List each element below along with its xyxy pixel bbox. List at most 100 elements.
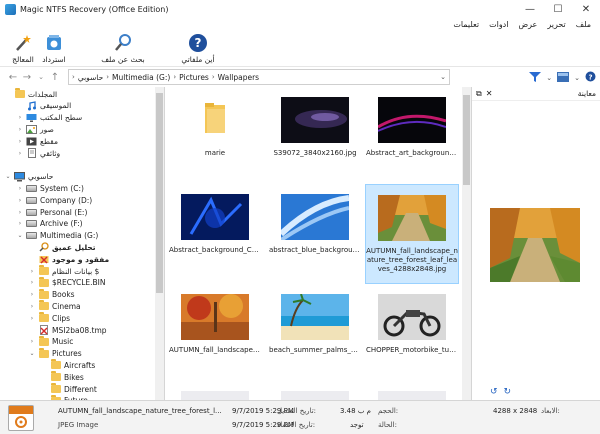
close-button[interactable]: ✕ bbox=[572, 0, 600, 18]
find-file-button[interactable]: بحث عن ملف bbox=[100, 33, 146, 64]
tree-item[interactable]: Bikes bbox=[40, 371, 84, 383]
file-thumbnail[interactable] bbox=[378, 391, 446, 400]
chevron-down-icon[interactable]: ⌄ bbox=[546, 74, 552, 82]
tree-item[interactable]: مفقود و موجود bbox=[28, 253, 109, 265]
tree-item[interactable]: › Archive (F:) bbox=[16, 218, 83, 230]
file-thumbnail[interactable] bbox=[281, 391, 349, 400]
tree-item[interactable]: › وثائقي bbox=[16, 147, 60, 159]
video-icon bbox=[26, 136, 37, 146]
expand-chevron-icon[interactable]: ⌄ bbox=[28, 350, 36, 357]
tree-item[interactable]: › بيانات النظام $ bbox=[28, 265, 99, 277]
file-thumbnail[interactable] bbox=[181, 391, 249, 400]
path-dropdown-icon[interactable]: ⌄ bbox=[440, 73, 446, 81]
file-item[interactable]: AUTUMN_fall_landscape_nature_tree_forest… bbox=[365, 184, 459, 284]
recover-label: استرداد bbox=[42, 55, 66, 64]
tree-item[interactable]: Aircrafts bbox=[40, 359, 95, 371]
tree-scrollbar[interactable] bbox=[155, 87, 164, 400]
file-item[interactable]: CHOPPER_motorbike_tuning... bbox=[365, 284, 459, 384]
tree-item-label: Multimedia (G:) bbox=[40, 231, 99, 241]
close-preview-icon[interactable]: ✕ bbox=[486, 89, 493, 99]
window-title: Magic NTFS Recovery (Office Edition) bbox=[20, 4, 169, 14]
path-field[interactable]: › حاسوبي › Multimedia (G:) › Pictures › … bbox=[68, 69, 450, 85]
tree-item[interactable]: الموسيقى bbox=[16, 100, 71, 112]
recover-button[interactable]: استرداد bbox=[31, 33, 77, 64]
expand-chevron-icon[interactable]: › bbox=[16, 185, 24, 192]
tree-item[interactable]: › Clips bbox=[28, 312, 70, 324]
maximize-button[interactable]: ☐ bbox=[544, 0, 572, 18]
tree-item[interactable]: › سطح المكتب bbox=[16, 112, 82, 124]
tree-item[interactable]: › Cinema bbox=[28, 300, 81, 312]
tree-item[interactable]: › System (C:) bbox=[16, 182, 84, 194]
expand-chevron-icon[interactable]: ⌄ bbox=[4, 173, 12, 180]
tree-item[interactable]: ⌄ حاسوبي bbox=[4, 171, 53, 183]
undock-icon[interactable]: ⧉ bbox=[476, 89, 482, 99]
wand-icon bbox=[13, 33, 33, 53]
file-item[interactable]: Abstract_art_background_Blu... bbox=[365, 87, 459, 187]
tree-item[interactable]: ⌄ Multimedia (G:) bbox=[16, 230, 98, 242]
menu-view[interactable]: عرض bbox=[513, 20, 542, 29]
tree-item[interactable]: Different bbox=[40, 383, 97, 395]
expand-chevron-icon[interactable]: › bbox=[16, 138, 24, 145]
expand-chevron-icon[interactable]: ⌄ bbox=[16, 232, 24, 239]
expand-chevron-icon[interactable]: › bbox=[16, 209, 24, 216]
path-segment[interactable]: Pictures bbox=[176, 73, 212, 82]
tree-item[interactable]: › صور bbox=[16, 123, 54, 135]
tree-item-label: Different bbox=[64, 384, 97, 394]
grid-scrollbar-thumb[interactable] bbox=[463, 95, 470, 185]
file-name: abstract_blue_background_4... bbox=[269, 246, 361, 254]
menu-help[interactable]: تعليمات bbox=[448, 20, 484, 29]
tree-item[interactable]: › $RECYCLE.BIN bbox=[28, 276, 106, 289]
rotate-right-icon[interactable]: ↻ bbox=[504, 387, 512, 397]
path-segment[interactable]: حاسوبي bbox=[75, 73, 106, 82]
expand-chevron-icon[interactable]: › bbox=[16, 126, 24, 133]
status-bar: AUTUMN_fall_landscape_nature_tree_forest… bbox=[0, 400, 600, 434]
tree-item[interactable]: › Books bbox=[28, 288, 75, 301]
file-item[interactable]: AUTUMN_fall_landscape_nat... bbox=[168, 284, 262, 384]
tree-scrollbar-thumb[interactable] bbox=[156, 93, 163, 293]
svg-text:?: ? bbox=[195, 36, 202, 50]
file-item[interactable]: abstract_blue_background_4... bbox=[268, 184, 362, 284]
tree-item-label: Clips bbox=[52, 313, 71, 323]
tree-item[interactable]: › Personal (E:) bbox=[16, 206, 88, 218]
menu-file[interactable]: ملف bbox=[571, 20, 596, 29]
expand-chevron-icon[interactable]: › bbox=[28, 303, 36, 310]
help-icon[interactable]: ? bbox=[585, 71, 596, 84]
forward-arrow-icon[interactable]: → bbox=[20, 70, 34, 84]
where-files-button[interactable]: ? أين ملفاتي bbox=[175, 33, 221, 64]
tree-item[interactable]: تحليل عميق bbox=[28, 241, 96, 253]
menu-edit[interactable]: تحرير bbox=[542, 20, 570, 29]
up-arrow-icon[interactable]: ↑ bbox=[48, 70, 62, 84]
menu-tools[interactable]: ادوات bbox=[484, 20, 513, 29]
chevron-down-icon[interactable]: ⌄ bbox=[574, 74, 580, 82]
expand-chevron-icon[interactable]: › bbox=[28, 268, 36, 275]
back-arrow-icon[interactable]: ← bbox=[6, 70, 20, 84]
rotate-left-icon[interactable]: ↺ bbox=[490, 387, 498, 397]
expand-chevron-icon[interactable]: › bbox=[16, 150, 24, 157]
expand-chevron-icon[interactable]: › bbox=[28, 291, 36, 298]
minimize-button[interactable]: — bbox=[516, 0, 544, 18]
tree-item[interactable]: › Music bbox=[28, 335, 74, 348]
history-dropdown-icon[interactable]: ⌄ bbox=[34, 70, 48, 84]
expand-chevron-icon[interactable]: › bbox=[16, 220, 24, 227]
file-item[interactable]: S39072_3840x2160.jpg bbox=[268, 87, 362, 187]
tree-item[interactable]: › Company (D:) bbox=[16, 194, 92, 206]
tree-item[interactable]: › مقطع bbox=[16, 135, 58, 147]
expand-chevron-icon[interactable]: › bbox=[16, 197, 24, 204]
grid-scrollbar[interactable] bbox=[462, 87, 471, 400]
tree-item[interactable]: ⌄ Pictures bbox=[28, 347, 82, 360]
expand-chevron-icon[interactable]: › bbox=[28, 338, 36, 345]
recover-icon bbox=[44, 33, 64, 53]
filter-icon[interactable] bbox=[529, 71, 542, 84]
path-segment[interactable]: Multimedia (G:) bbox=[109, 73, 173, 82]
expand-chevron-icon[interactable]: › bbox=[28, 279, 36, 286]
tree-item[interactable]: المجلدات bbox=[4, 88, 57, 100]
expand-chevron-icon[interactable]: › bbox=[16, 114, 24, 121]
tree-item-label: Music bbox=[52, 337, 74, 347]
file-item[interactable]: Abstract_background_Colorf... bbox=[168, 184, 262, 284]
file-item[interactable]: beach_summer_palms_ocea... bbox=[268, 284, 362, 384]
tree-item[interactable]: MSI2ba08.tmp bbox=[28, 324, 107, 336]
expand-chevron-icon[interactable]: › bbox=[28, 315, 36, 322]
path-segment[interactable]: Wallpapers bbox=[215, 73, 262, 82]
folder-item[interactable]: marie bbox=[168, 87, 262, 187]
view-mode-icon[interactable] bbox=[557, 71, 570, 84]
